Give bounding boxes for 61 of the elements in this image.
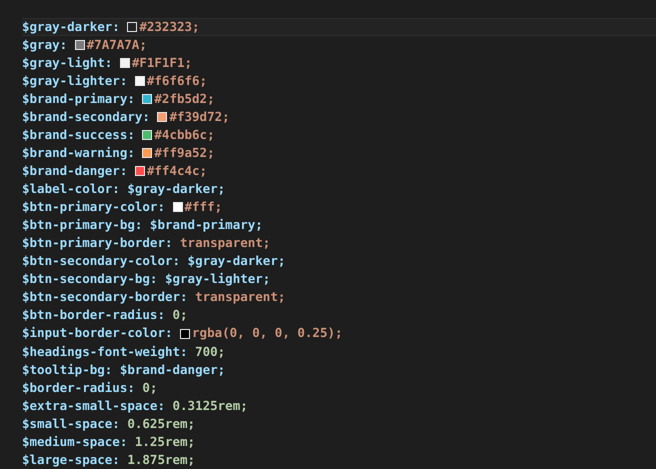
variable-value: #fff; <box>184 198 222 216</box>
variable-value: 1.875rem; <box>127 450 196 469</box>
color-swatch-icon[interactable] <box>142 148 152 158</box>
color-swatch-icon[interactable] <box>142 94 152 104</box>
variable-value: #7A7A7A; <box>86 36 147 54</box>
variable-value: 0; <box>172 306 188 324</box>
color-swatch-icon[interactable] <box>134 76 145 86</box>
variable-name: $border-radius: <box>22 378 135 397</box>
variable-name: $btn-primary-bg: <box>22 216 142 234</box>
variable-name: $brand-warning: <box>22 144 135 162</box>
variable-value: $brand-primary; <box>150 216 263 234</box>
variable-name: $btn-secondary-bg: <box>22 270 158 288</box>
variable-name: $brand-secondary: <box>22 108 150 126</box>
variable-name: $gray-light: <box>22 54 112 72</box>
color-swatch-icon[interactable] <box>74 40 85 50</box>
variable-value: 0.3125rem; <box>172 396 248 415</box>
variable-name: $gray-lighter: <box>22 72 128 90</box>
variable-value: $brand-danger; <box>120 360 226 379</box>
variable-value: #ff9a52; <box>154 144 215 162</box>
variable-value: #4cbb6c; <box>154 126 215 144</box>
variable-value: #F1F1F1; <box>132 54 192 72</box>
variable-name: $btn-primary-color: <box>22 198 165 216</box>
variable-name: $tooltip-bg: <box>22 360 112 379</box>
variable-value: $gray-lighter; <box>164 270 270 288</box>
variable-name: $brand-primary: <box>22 90 135 108</box>
color-swatch-icon[interactable] <box>127 22 138 32</box>
variable-value: #232323; <box>139 18 200 36</box>
variable-name: $small-space: <box>22 414 120 433</box>
variable-name: $brand-success: <box>22 126 135 144</box>
variable-name: $headings-font-weight: <box>22 342 188 361</box>
color-swatch-icon[interactable] <box>157 112 168 122</box>
color-swatch-icon[interactable] <box>120 58 130 68</box>
variable-name: $gray: <box>22 36 68 54</box>
variable-value: rgba(0, 0, 0, 0.25); <box>192 324 343 342</box>
color-swatch-icon[interactable] <box>134 166 145 176</box>
variable-name: $btn-border-radius: <box>22 306 165 324</box>
variable-value: 1.25rem; <box>134 432 196 451</box>
variable-name: $large-space: <box>22 450 120 469</box>
variable-name: $btn-secondary-color: <box>22 252 180 270</box>
variable-value: 0.625rem; <box>127 414 196 433</box>
variable-value: #f39d72; <box>169 108 230 126</box>
variable-value: 0; <box>142 378 158 397</box>
color-swatch-icon[interactable] <box>172 202 182 212</box>
variable-name: $btn-primary-border: <box>22 234 173 252</box>
variable-value: transparent; <box>180 234 270 252</box>
variable-value: 700; <box>195 342 226 360</box>
variable-value: transparent; <box>195 288 286 306</box>
variable-value: #f6f6f6; <box>146 72 208 90</box>
variable-name: $label-color: <box>22 180 120 198</box>
variable-value: #ff4c4c; <box>146 162 208 180</box>
variable-name: $brand-danger: <box>22 162 128 180</box>
color-swatch-icon[interactable] <box>180 328 190 339</box>
variable-value: #2fb5d2; <box>154 90 215 108</box>
variable-value: $gray-darker; <box>188 252 286 270</box>
variable-name: $btn-secondary-border: <box>22 288 188 306</box>
variable-name: $medium-space: <box>22 432 128 451</box>
variable-name: $extra-small-space: <box>22 396 165 415</box>
color-swatch-icon[interactable] <box>142 130 152 140</box>
variable-value: $gray-darker; <box>127 180 226 198</box>
variable-name: $input-border-color: <box>22 324 173 342</box>
variable-name: $gray-darker: <box>22 18 120 36</box>
